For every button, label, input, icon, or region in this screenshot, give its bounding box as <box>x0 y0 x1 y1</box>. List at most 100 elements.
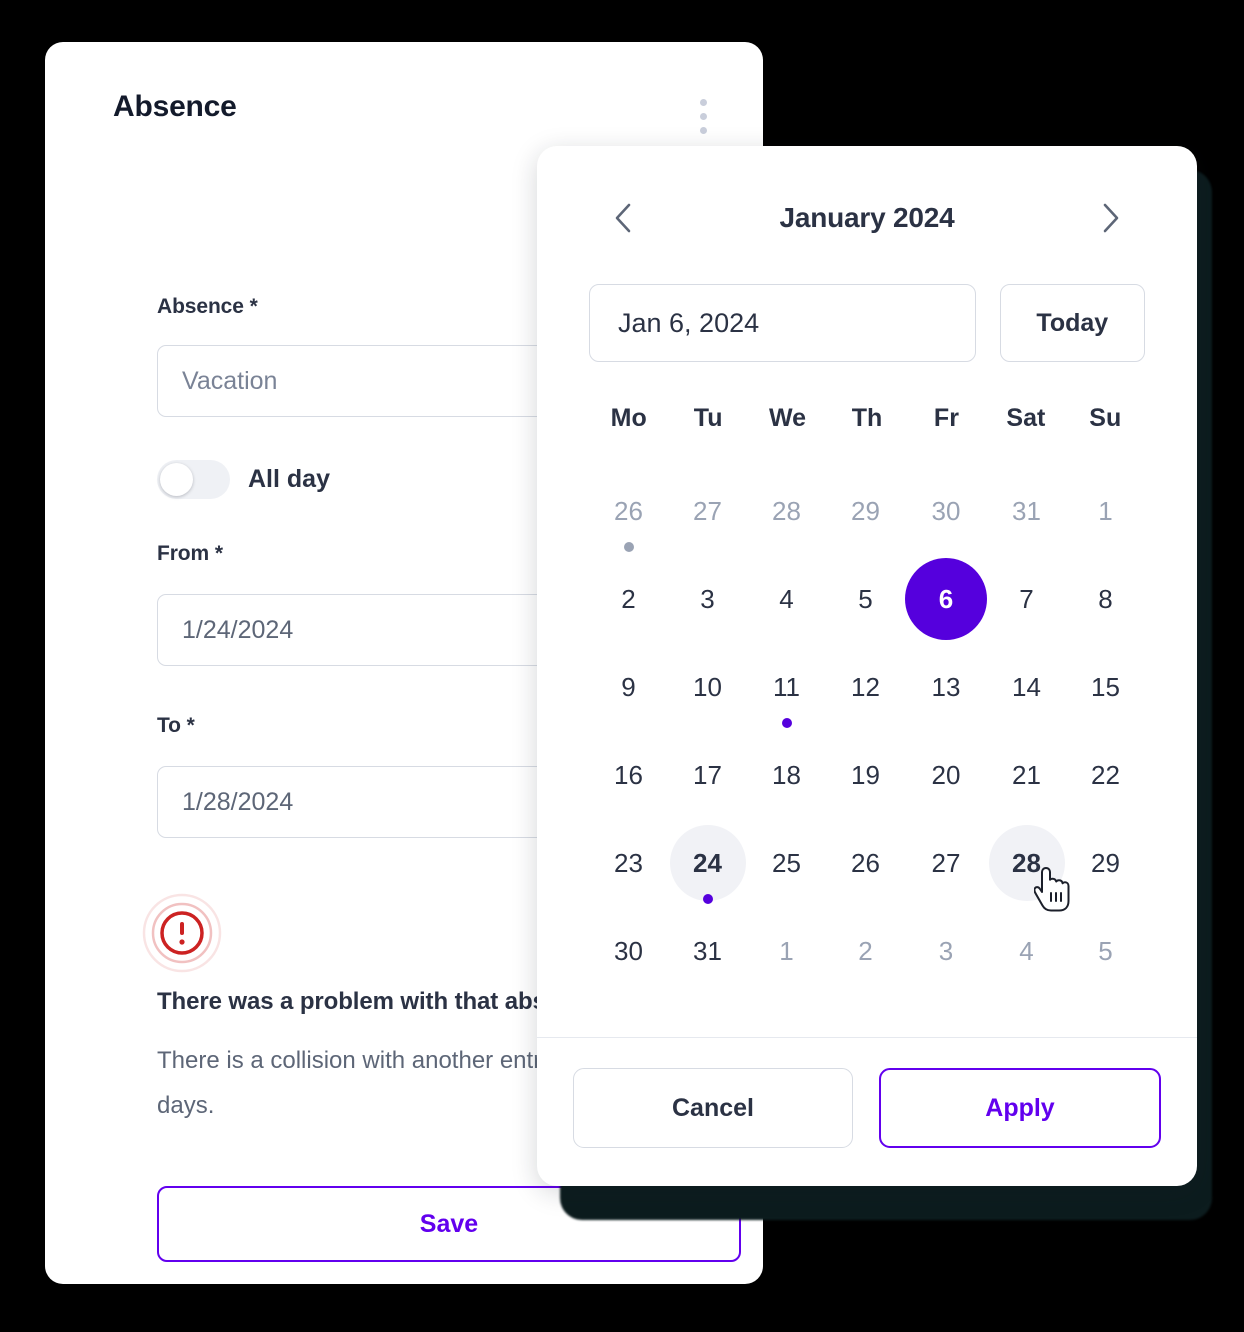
calendar-day-event-dot <box>781 718 792 728</box>
calendar-day-number: 8 <box>1098 583 1113 614</box>
calendar-day[interactable]: 5 <box>826 555 905 643</box>
calendar-day-number: 31 <box>1012 495 1041 526</box>
calendar-day[interactable]: 20 <box>905 731 987 819</box>
calendar-day-number: 5 <box>1098 935 1113 966</box>
calendar-day-number: 4 <box>1019 935 1034 966</box>
calendar-day[interactable]: 31 <box>987 467 1066 555</box>
calendar-day-number: 1 <box>779 935 794 966</box>
calendar-day[interactable]: 22 <box>1066 731 1145 819</box>
calendar-day[interactable]: 1 <box>1066 467 1145 555</box>
all-day-row: All day <box>157 460 330 499</box>
weekday-header-sat: Sat <box>1006 404 1046 432</box>
weekday-header-we: We <box>769 404 807 432</box>
calendar-day[interactable]: 4 <box>747 555 826 643</box>
calendar-day[interactable]: 23 <box>589 819 668 907</box>
calendar-day-number: 31 <box>693 935 722 966</box>
calendar-day[interactable]: 17 <box>668 731 747 819</box>
weekday-header-su: Su <box>1089 404 1122 432</box>
all-day-label: All day <box>248 465 330 493</box>
calendar-day[interactable]: 3 <box>905 907 987 995</box>
chevron-right-icon[interactable] <box>1083 190 1139 246</box>
calendar-day-number: 22 <box>1091 759 1120 790</box>
calendar-day[interactable]: 26 <box>589 467 668 555</box>
calendar-day[interactable]: 28 <box>747 467 826 555</box>
calendar-day[interactable]: 6 <box>905 555 987 643</box>
footer-divider <box>537 1037 1197 1038</box>
calendar-day-grid: 26 27 28 29 30 31 1 2 3 4 5 6 7 8 9 10 11 12 13 14 15 16 17 18 1… <box>589 467 1145 995</box>
calendar-day[interactable]: 3 <box>668 555 747 643</box>
date-picker-popover: January 2024 Jan 6, 2024 Today Mo Tu We Th F… <box>537 146 1197 1186</box>
calendar-day[interactable]: 10 <box>668 643 747 731</box>
calendar-day[interactable]: 2 <box>826 907 905 995</box>
page-title: Absence <box>113 90 237 123</box>
weekday-header-th: Th <box>851 404 883 432</box>
calendar-day-number: 15 <box>1091 671 1120 702</box>
calendar-day[interactable]: 27 <box>668 467 747 555</box>
calendar-day-number: 27 <box>931 847 961 878</box>
calendar-date-row: Jan 6, 2024 Today <box>589 284 1145 362</box>
calendar-day[interactable]: 4 <box>987 907 1066 995</box>
weekday-header-mo: Mo <box>610 404 647 432</box>
calendar-day[interactable]: 15 <box>1066 643 1145 731</box>
calendar-day[interactable]: 13 <box>905 643 987 731</box>
kebab-dot <box>699 98 707 106</box>
calendar-day[interactable]: 29 <box>1066 819 1145 907</box>
calendar-day[interactable]: 9 <box>589 643 668 731</box>
calendar-date-input[interactable]: Jan 6, 2024 <box>589 284 976 362</box>
calendar-grid: Mo Tu We Th Fr Sat Su 26 27 28 29 30 31 1 2 3 4 5 6 7 8 9 10 1… <box>589 404 1145 995</box>
calendar-day[interactable]: 31 <box>668 907 747 995</box>
calendar-day[interactable]: 30 <box>589 907 668 995</box>
calendar-day[interactable]: 5 <box>1066 907 1145 995</box>
calendar-day-number: 26 <box>851 847 880 878</box>
calendar-day-number: 27 <box>693 495 722 526</box>
calendar-month-label: January 2024 <box>779 202 955 233</box>
calendar-day-number: 3 <box>700 583 715 614</box>
calendar-day[interactable]: 28 <box>987 819 1066 907</box>
kebab-menu-icon[interactable] <box>685 92 721 140</box>
calendar-day-number: 7 <box>1019 583 1034 614</box>
calendar-day-number: 3 <box>938 935 954 966</box>
kebab-dot <box>699 112 707 120</box>
calendar-day-number: 20 <box>931 759 961 790</box>
weekday-header-tu: Tu <box>693 404 723 432</box>
apply-button[interactable]: Apply <box>879 1068 1161 1148</box>
chevron-left-icon[interactable] <box>595 190 651 246</box>
calendar-day-number: 5 <box>858 583 873 614</box>
calendar-day-number: 16 <box>614 759 643 790</box>
calendar-footer: Cancel Apply <box>573 1068 1161 1148</box>
calendar-day[interactable]: 16 <box>589 731 668 819</box>
chevron-left-glyph <box>615 203 631 233</box>
calendar-day[interactable]: 12 <box>826 643 905 731</box>
calendar-day[interactable]: 18 <box>747 731 826 819</box>
calendar-day[interactable]: 7 <box>987 555 1066 643</box>
calendar-day-number: 28 <box>988 825 1065 901</box>
calendar-day[interactable]: 14 <box>987 643 1066 731</box>
calendar-day[interactable]: 29 <box>826 467 905 555</box>
calendar-day-number: 21 <box>1012 759 1041 790</box>
calendar-day-number: 9 <box>621 671 636 702</box>
cancel-button[interactable]: Cancel <box>573 1068 853 1148</box>
calendar-day[interactable]: 24 <box>668 819 747 907</box>
calendar-header: January 2024 <box>537 188 1197 248</box>
calendar-day[interactable]: 27 <box>905 819 987 907</box>
calendar-day[interactable]: 2 <box>589 555 668 643</box>
calendar-day[interactable]: 21 <box>987 731 1066 819</box>
calendar-day[interactable]: 8 <box>1066 555 1145 643</box>
calendar-day-number: 30 <box>614 935 643 966</box>
today-button[interactable]: Today <box>999 284 1145 362</box>
calendar-day[interactable]: 30 <box>905 467 987 555</box>
calendar-day-number: 12 <box>851 671 880 702</box>
calendar-day-number: 19 <box>851 759 880 790</box>
calendar-day-number: 25 <box>772 847 801 878</box>
calendar-day[interactable]: 1 <box>747 907 826 995</box>
calendar-day-number: 18 <box>772 759 801 790</box>
calendar-day[interactable]: 26 <box>826 819 905 907</box>
calendar-day[interactable]: 19 <box>826 731 905 819</box>
calendar-day[interactable]: 11 <box>747 643 826 731</box>
calendar-day-number: 6 <box>905 558 987 640</box>
calendar-day-event-dot <box>623 542 634 552</box>
calendar-day[interactable]: 25 <box>747 819 826 907</box>
all-day-toggle[interactable] <box>157 460 230 499</box>
calendar-day-number: 10 <box>693 671 722 702</box>
calendar-day-number: 24 <box>669 825 746 901</box>
